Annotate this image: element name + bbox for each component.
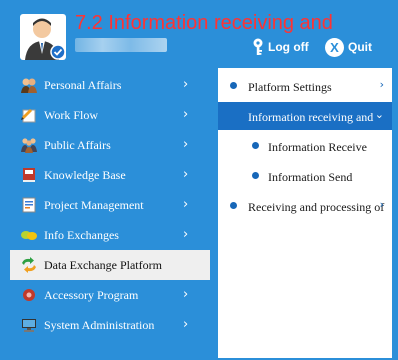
sidebar-item-system-administration[interactable]: System Administration › — [0, 310, 212, 340]
sidebar-item-personal-affairs[interactable]: Personal Affairs › — [0, 70, 212, 100]
chevron-right-icon: › — [183, 107, 189, 122]
bullet-icon — [252, 142, 259, 149]
blurred-username — [75, 38, 167, 52]
chevron-right-icon: › — [183, 287, 189, 302]
submenu-item-label: Information Send — [268, 170, 353, 184]
quit-button[interactable]: X Quit — [325, 35, 372, 59]
sidebar-item-label: Accessory Program — [44, 288, 139, 302]
submenu-item-receiving-processing[interactable]: Receiving and processing of › — [218, 192, 392, 220]
accessory-icon — [23, 289, 35, 301]
sidebar-item-project-management[interactable]: Project Management › — [0, 190, 212, 220]
chevron-right-icon: › — [183, 197, 189, 212]
sidebar-item-label: Personal Affairs — [44, 78, 122, 92]
sidebar-item-label: Data Exchange Platform — [44, 258, 162, 272]
bullet-icon — [252, 172, 259, 179]
page-title: 7.2 Information receiving and — [75, 12, 333, 34]
submenu-item-information-receive[interactable]: Information Receive — [218, 132, 392, 160]
sidebar-item-public-affairs[interactable]: Public Affairs › — [0, 130, 212, 160]
sidebar-item-accessory-program[interactable]: Accessory Program › — [0, 280, 212, 310]
sidebar: Personal Affairs › Work Flow › Public Af… — [0, 70, 212, 340]
bullet-icon — [230, 82, 237, 89]
public-affairs-icon — [21, 138, 37, 153]
monitor-icon — [22, 319, 36, 332]
book-icon — [23, 168, 35, 182]
submenu-panel: Platform Settings › Information receivin… — [218, 68, 392, 358]
key-icon — [253, 38, 263, 55]
chevron-right-icon: › — [183, 227, 189, 242]
sidebar-item-label: Work Flow — [44, 108, 99, 122]
chevron-right-icon: › — [379, 198, 384, 211]
chevron-right-icon: › — [379, 78, 384, 91]
chevron-right-icon: › — [183, 167, 189, 182]
workflow-icon — [21, 109, 36, 123]
sidebar-item-label: System Administration — [44, 318, 155, 332]
bullet-icon — [230, 202, 237, 209]
submenu-item-label: Receiving and processing of — [248, 200, 385, 214]
close-icon: X — [325, 37, 344, 57]
data-exchange-icon — [22, 257, 36, 273]
chevron-right-icon: › — [183, 77, 189, 92]
sidebar-item-info-exchanges[interactable]: Info Exchanges › — [0, 220, 212, 250]
sidebar-item-data-exchange-platform[interactable]: Data Exchange Platform — [10, 250, 210, 280]
user-avatar-icon[interactable] — [20, 14, 66, 60]
submenu-item-label: Platform Settings — [248, 80, 332, 94]
chevron-down-icon: ⌄ — [374, 108, 384, 121]
header: 7.2 Information receiving and Log off X … — [0, 0, 398, 66]
chevron-right-icon: › — [183, 317, 189, 332]
logoff-button[interactable]: Log off — [250, 35, 309, 59]
sidebar-item-work-flow[interactable]: Work Flow › — [0, 100, 212, 130]
chevron-right-icon: › — [183, 137, 189, 152]
submenu-item-information-receiving[interactable]: Information receiving and ⌄ — [218, 102, 392, 130]
submenu-item-label: Information Receive — [268, 140, 367, 154]
info-exchange-icon — [21, 231, 37, 240]
sidebar-item-knowledge-base[interactable]: Knowledge Base › — [0, 160, 212, 190]
submenu-item-label: Information receiving and — [248, 110, 374, 124]
sidebar-item-label: Project Management — [44, 198, 144, 212]
sidebar-item-label: Public Affairs — [44, 138, 111, 152]
submenu-item-information-send[interactable]: Information Send — [218, 162, 392, 190]
submenu-item-platform-settings[interactable]: Platform Settings › — [218, 72, 392, 100]
logoff-label: Log off — [268, 40, 309, 54]
project-icon — [22, 197, 36, 213]
quit-label: Quit — [348, 40, 372, 54]
people-icon — [21, 78, 37, 93]
sidebar-item-label: Info Exchanges — [44, 228, 119, 242]
sidebar-item-label: Knowledge Base — [44, 168, 126, 182]
